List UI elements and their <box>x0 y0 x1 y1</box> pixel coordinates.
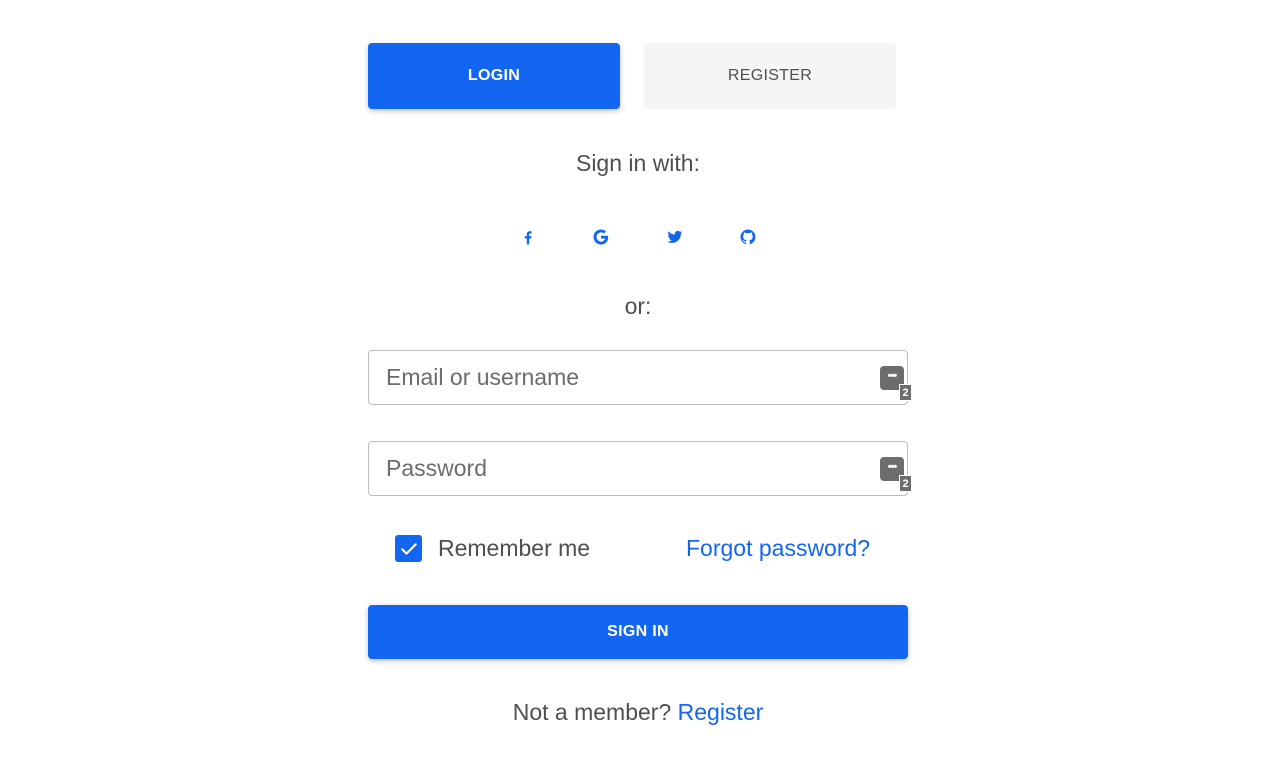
google-icon <box>593 229 609 245</box>
password-input[interactable] <box>369 442 907 495</box>
tab-register-label: REGISTER <box>727 67 813 84</box>
facebook-button[interactable] <box>511 220 545 254</box>
checkmark-icon <box>400 542 417 555</box>
tab-login-label: LOGIN <box>467 67 521 84</box>
google-button[interactable] <box>584 220 618 254</box>
tab-register[interactable]: REGISTER <box>644 43 896 109</box>
github-button[interactable] <box>731 220 765 254</box>
twitter-button[interactable] <box>658 220 692 254</box>
forgot-password-link[interactable]: Forgot password? <box>686 535 870 562</box>
sign-in-with-heading: Sign in with: <box>575 150 700 176</box>
remember-me-label[interactable]: Remember me <box>438 535 590 562</box>
register-link[interactable]: Register <box>678 699 764 725</box>
github-icon <box>740 229 756 245</box>
password-manager-icon[interactable]: ••• 2 <box>880 457 912 492</box>
not-a-member-text: Not a member? <box>512 699 678 725</box>
login-page: LOGIN REGISTER Sign in with: or: ••• 2 <box>0 0 1280 769</box>
twitter-icon <box>667 230 683 243</box>
email-field-wrapper: ••• 2 <box>368 350 912 405</box>
password-manager-icon[interactable]: ••• 2 <box>880 366 912 401</box>
password-manager-badge: 2 <box>899 475 912 492</box>
email-input[interactable] <box>369 351 907 404</box>
footer-register-prompt: Not a member? Register <box>368 699 908 726</box>
tab-login[interactable]: LOGIN <box>368 43 620 109</box>
password-manager-badge: 2 <box>899 384 912 401</box>
facebook-icon <box>524 231 532 245</box>
password-field-wrapper: ••• 2 <box>368 441 912 496</box>
or-divider-text: or: <box>624 293 652 319</box>
sign-in-button[interactable]: SIGN IN <box>368 605 908 659</box>
remember-me-checkbox[interactable] <box>395 535 422 562</box>
